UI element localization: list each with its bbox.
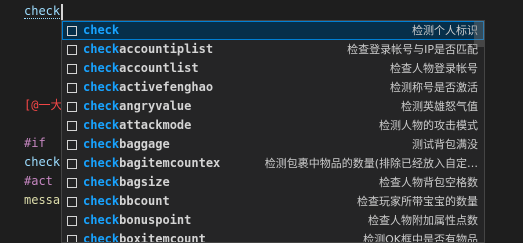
typed-text[interactable]: check — [24, 4, 61, 19]
suggestion-rest-text: bbcount — [119, 194, 170, 208]
suggestion-item[interactable]: checkactivefenghao 检测称号是否激活 — [62, 78, 484, 97]
suggestion-label: checkbaggage — [83, 135, 170, 154]
code-line: messa — [24, 191, 60, 210]
suggestion-list[interactable]: check 检测个人标识 checkaccountiplist 检查登录帐号与IP是否… — [62, 21, 484, 243]
code-token: check — [24, 155, 61, 169]
suggestion-item[interactable]: checkbonuspoint 检查人物附加属性点数 — [62, 211, 484, 230]
suggestion-label: checkbagsize — [83, 173, 170, 192]
suggestion-match-text: check — [83, 175, 120, 189]
suggestion-detail: 检查人物附加属性点数 — [368, 214, 478, 227]
suggestion-label: checkbbcount — [83, 192, 170, 211]
suggestion-rest-text: accountiplist — [119, 42, 214, 56]
suggestion-scrollbar[interactable] — [474, 21, 484, 242]
suggestion-detail: 检查玩家所带宝宝的数量 — [357, 195, 478, 208]
suggestion-detail: 检测个人标识 — [412, 24, 478, 37]
suggestion-item[interactable]: checkattackmode 检测人物的攻击模式 — [62, 116, 484, 135]
text-snippet-icon — [67, 158, 77, 169]
suggestion-match-text: check — [83, 99, 120, 113]
suggestion-label: check — [83, 21, 119, 40]
suggestion-rest-text: attackmode — [119, 118, 192, 132]
suggestion-label: checkactivefenghao — [83, 78, 213, 97]
suggestion-match-text: check — [83, 213, 120, 227]
suggestion-match-text: check — [83, 118, 120, 132]
suggestion-item[interactable]: checkaccountlist 检查人物登录帐号 — [62, 59, 484, 78]
text-snippet-icon — [67, 82, 77, 93]
suggestion-rest-text: boxitemcount — [119, 232, 206, 243]
suggestion-item[interactable]: checkaccountiplist 检查登录帐号与IP是否匹配 — [62, 40, 484, 59]
suggestion-item[interactable]: checkbagitemcountex 检测包裹中物品的数量(排除已经放入自定… — [62, 154, 484, 173]
text-snippet-icon — [67, 215, 77, 226]
suggestion-match-text: check — [83, 156, 120, 170]
suggestion-rest-text: activefenghao — [119, 80, 214, 94]
code-editor[interactable]: check [@一大 #if check #act messa check 检测个人标识 c… — [0, 0, 523, 243]
suggestion-detail: 检测包裹中物品的数量(排除已经放入自定… — [264, 157, 478, 170]
suggestion-match-text: check — [83, 23, 120, 37]
text-snippet-icon — [67, 63, 77, 74]
suggestion-detail: 检查人物登录帐号 — [390, 62, 478, 75]
suggestion-detail: 检查人物背包空格数 — [379, 176, 478, 189]
suggestion-scrollbar-thumb[interactable] — [474, 21, 484, 47]
text-snippet-icon — [67, 139, 77, 150]
suggestion-detail: 检测英雄怒气值 — [401, 100, 478, 113]
text-cursor — [61, 3, 64, 20]
suggestion-rest-text: baggage — [119, 137, 170, 151]
code-line: check — [24, 153, 60, 172]
suggestion-match-text: check — [83, 61, 120, 75]
suggestion-match-text: check — [83, 42, 120, 56]
code-token: #act — [24, 174, 53, 188]
suggestion-label: checkbonuspoint — [83, 211, 191, 230]
suggestion-rest-text: accountlist — [119, 61, 199, 75]
suggestion-rest-text: bagitemcountex — [119, 156, 221, 170]
suggestion-detail: 检查登录帐号与IP是否匹配 — [347, 43, 478, 56]
suggestion-detail: 检测人物的攻击模式 — [379, 119, 478, 132]
suggestion-match-text: check — [83, 137, 120, 151]
suggestion-item[interactable]: checkbagsize 检查人物背包空格数 — [62, 173, 484, 192]
code-token: [@一大 — [24, 98, 63, 112]
suggestion-item[interactable]: checkbaggage 测试背包满没 — [62, 135, 484, 154]
suggestion-rest-text: angryvalue — [119, 99, 192, 113]
suggestion-label: checkangryvalue — [83, 97, 191, 116]
suggestion-match-text: check — [83, 232, 120, 243]
suggestion-item[interactable]: check 检测个人标识 — [62, 21, 484, 40]
suggestion-match-text: check — [83, 80, 120, 94]
code-line: [@一大 — [24, 96, 62, 115]
text-snippet-icon — [67, 44, 77, 55]
suggestion-item[interactable]: checkangryvalue 检测英雄怒气值 — [62, 97, 484, 116]
suggestion-label: checkbagitemcountex — [83, 154, 220, 173]
text-snippet-icon — [67, 196, 77, 207]
text-snippet-icon — [67, 120, 77, 131]
text-snippet-icon — [67, 177, 77, 188]
code-token: #if — [24, 136, 46, 150]
suggestion-label: checkaccountlist — [83, 59, 199, 78]
suggestion-rest-text: bagsize — [119, 175, 170, 189]
text-snippet-icon — [67, 234, 77, 242]
suggestion-detail: 检测称号是否激活 — [390, 81, 478, 94]
suggestion-item[interactable]: checkbbcount 检查玩家所带宝宝的数量 — [62, 192, 484, 211]
suggestion-item[interactable]: checkboxitemcount 检测OK框中是否有物品 — [62, 230, 484, 243]
suggestion-widget[interactable]: check 检测个人标识 checkaccountiplist 检查登录帐号与IP是否… — [61, 20, 485, 243]
suggestion-label: checkattackmode — [83, 116, 191, 135]
code-line: #if — [24, 134, 46, 153]
text-snippet-icon — [67, 101, 77, 112]
suggestion-label: checkaccountiplist — [83, 40, 213, 59]
suggestion-match-text: check — [83, 194, 120, 208]
suggestion-detail: 测试背包满没 — [412, 138, 478, 151]
text-snippet-icon — [67, 25, 77, 36]
editor-current-line[interactable]: check — [24, 2, 64, 21]
suggestion-detail: 检测OK框中是否有物品 — [363, 233, 478, 243]
code-token: messa — [24, 193, 61, 207]
code-line: #act — [24, 172, 53, 191]
suggestion-rest-text: bonuspoint — [119, 213, 192, 227]
suggestion-label: checkboxitemcount — [83, 230, 206, 243]
